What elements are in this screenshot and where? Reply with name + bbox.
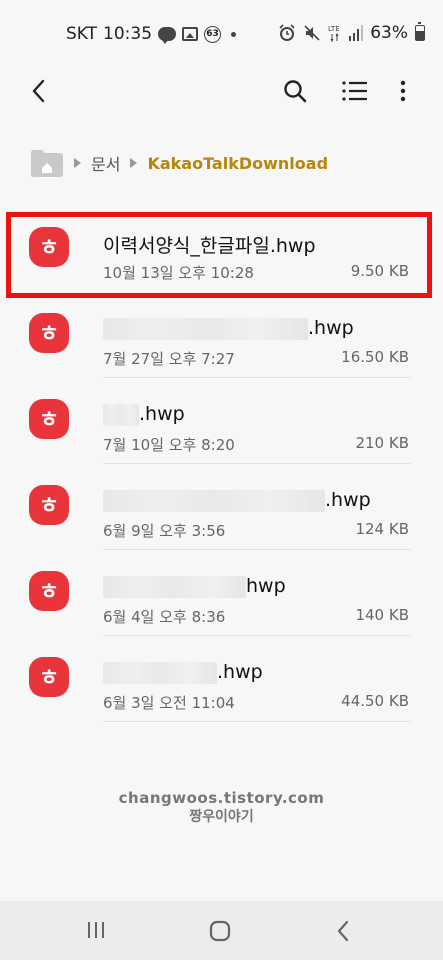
file-extension: .hwp [139,403,185,425]
file-date: 6월 9일 오후 3:56 [103,522,226,540]
system-nav-bar [0,901,443,960]
hwp-file-icon: ㅎ [29,571,69,611]
breadcrumb-separator-icon [74,158,81,168]
watermark-url: changwoos.tistory.com [118,789,325,807]
home-folder-icon[interactable] [30,148,64,178]
svg-text:ㅎ: ㅎ [39,322,59,347]
blurred-filename [103,489,325,512]
file-date: 7월 10일 오후 8:20 [103,436,235,454]
blurred-filename [103,403,139,426]
file-name: .hwp [103,317,354,340]
hwp-file-icon: ㅎ [29,657,69,697]
more-options-icon[interactable] [393,76,413,106]
app-bar [0,66,443,114]
file-row[interactable]: ㅎ .hwp 7월 10일 오후 8:20 210 KB [0,378,443,464]
svg-text:ㅎ: ㅎ [39,408,59,433]
status-bar: SKT 10:35 63 LTE 63% [0,0,443,66]
search-icon[interactable] [280,76,310,106]
file-size: 210 KB [355,434,409,452]
blurred-filename [103,317,308,340]
file-size: 124 KB [355,520,409,538]
file-row[interactable]: ㅎ .hwp 7월 27일 오후 7:27 16.50 KB [0,292,443,378]
hwp-file-icon: ㅎ [29,485,69,525]
mute-icon [304,25,320,41]
file-extension: hwp [246,575,286,597]
file-name: .hwp [103,661,263,684]
kakaotalk-notification-icon [158,27,177,44]
more-notifications-dot-icon [231,31,237,37]
watermark-author: 짱우이야기 [189,809,254,825]
file-size: 140 KB [355,606,409,624]
file-date: 6월 3일 오전 11:04 [103,694,235,712]
clock: 10:35 [103,24,153,44]
file-name: .hwp [103,489,371,512]
file-row[interactable]: ㅎ .hwp 6월 3일 오전 11:04 44.50 KB [0,636,443,722]
file-name: .hwp [103,403,185,426]
breadcrumb: 문서 KakaoTalkDownload [30,146,328,180]
file-row[interactable]: ㅎ .hwp 6월 9일 오후 3:56 124 KB [0,464,443,550]
row-divider [103,721,411,722]
back-button-icon[interactable] [335,919,351,943]
lte-signal-icon: LTE [328,25,340,42]
gallery-notification-icon [182,27,199,41]
hwp-file-icon: ㅎ [29,399,69,439]
battery-percent: 63% [370,23,408,43]
svg-text:ㅎ: ㅎ [39,580,59,605]
file-date: 6월 4일 오후 8:36 [103,608,226,626]
carrier-label: SKT [66,24,98,44]
badge-notification-icon: 63 [204,25,222,43]
file-date: 7월 27일 오후 7:27 [103,350,235,368]
file-extension: .hwp [325,489,371,511]
breadcrumb-current-folder[interactable]: KakaoTalkDownload [147,154,328,173]
file-size: 16.50 KB [341,348,409,366]
selection-highlight-box [6,212,432,298]
breadcrumb-documents[interactable]: 문서 [91,151,120,175]
back-arrow-icon[interactable] [24,76,54,106]
breadcrumb-separator-icon [130,158,138,168]
status-left: SKT 10:35 63 [66,24,237,44]
file-row[interactable]: ㅎ hwp 6월 4일 오후 8:36 140 KB [0,550,443,636]
blurred-filename [103,575,246,598]
svg-text:ㅎ: ㅎ [39,494,59,519]
signal-strength-icon [349,25,364,41]
blurred-filename [103,661,217,684]
recent-apps-icon[interactable] [86,921,106,939]
file-extension: .hwp [217,661,263,683]
battery-icon [415,22,425,41]
svg-text:LTE: LTE [328,25,340,33]
status-right: LTE 63% [278,22,425,43]
svg-text:ㅎ: ㅎ [39,666,59,691]
alarm-icon [279,24,295,41]
file-size: 44.50 KB [341,692,409,710]
file-name: hwp [103,575,286,598]
list-view-icon[interactable] [340,76,370,106]
home-button-icon[interactable] [209,920,231,942]
file-extension: .hwp [308,317,354,339]
hwp-file-icon: ㅎ [29,313,69,353]
